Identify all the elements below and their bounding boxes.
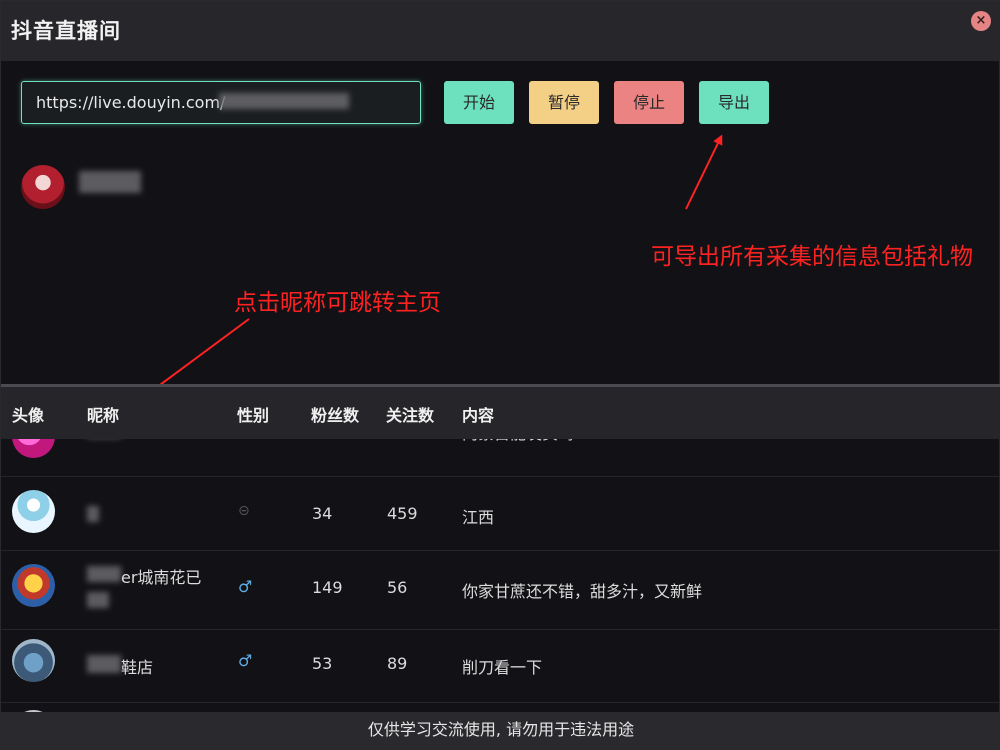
table-header: 头像 昵称 性别 粉丝数 关注数 内容 — [1, 387, 1000, 439]
pause-button[interactable]: 暂停 — [529, 81, 599, 124]
title-bar: 抖音直播间 × — [1, 1, 1000, 61]
gender-male-icon: ♂ — [238, 651, 253, 670]
viewer-table: 头像 昵称 性别 粉丝数 关注数 内容 M ♀ 37 40 内蒙古能发货吗 ⊝ … — [1, 384, 1000, 712]
streamer-avatar — [21, 165, 65, 209]
follows-count: 89 — [387, 654, 408, 673]
header-nickname: 昵称 — [87, 406, 120, 425]
url-redaction — [219, 93, 349, 109]
viewer-nickname[interactable]: 鞋店 — [121, 654, 153, 678]
viewer-avatar — [12, 639, 55, 682]
header-fans: 粉丝数 — [311, 406, 360, 425]
viewer-nickname[interactable]: er城南花已 — [121, 564, 201, 588]
window-title: 抖音直播间 — [11, 19, 121, 43]
gender-unknown-icon: ⊝ — [238, 503, 250, 519]
header-avatar: 头像 — [12, 406, 45, 425]
streamer-name-redaction — [79, 171, 141, 193]
table-row: 鞋店 ♂ 53 89 削刀看一下 — [1, 631, 1000, 703]
table-row: ⊝ 34 459 江西 — [1, 478, 1000, 551]
close-icon[interactable]: × — [971, 11, 991, 31]
viewer-avatar — [12, 490, 55, 533]
nickname-redaction — [87, 592, 109, 608]
fans-count: 149 — [312, 578, 343, 597]
export-arrow — [685, 134, 723, 210]
export-annotation: 可导出所有采集的信息包括礼物 — [651, 244, 973, 270]
comment-content: 江西 — [462, 508, 495, 527]
stop-button[interactable]: 停止 — [614, 81, 684, 124]
nickname-redaction — [87, 506, 99, 522]
header-content: 内容 — [462, 406, 495, 425]
fans-count: 34 — [312, 504, 333, 523]
comment-content: 削刀看一下 — [462, 658, 543, 677]
nickname-redaction — [87, 566, 121, 582]
start-button[interactable]: 开始 — [444, 81, 514, 124]
table-row: er城南花已 ♂ 149 56 你家甘蔗还不错，甜多汁，又新鲜 — [1, 552, 1000, 630]
live-room-window: 抖音直播间 × 开始 暂停 停止 导出 可导出所有采集的信息包括礼物 点击昵称可… — [0, 0, 1000, 750]
viewer-avatar — [12, 564, 55, 607]
header-gender: 性别 — [237, 406, 270, 425]
nickname-redaction — [87, 655, 121, 673]
fans-count: 53 — [312, 654, 333, 673]
table-row — [1, 704, 1000, 712]
follows-count: 56 — [387, 578, 408, 597]
gender-male-icon: ♂ — [238, 577, 253, 596]
nickname-annotation: 点击昵称可跳转主页 — [234, 290, 441, 316]
export-button[interactable]: 导出 — [699, 81, 769, 124]
header-follows: 关注数 — [386, 406, 435, 425]
comment-content: 你家甘蔗还不错，甜多汁，又新鲜 — [462, 582, 703, 601]
disclaimer-footer: 仅供学习交流使用, 请勿用于违法用途 — [1, 712, 1000, 750]
follows-count: 459 — [387, 504, 418, 523]
